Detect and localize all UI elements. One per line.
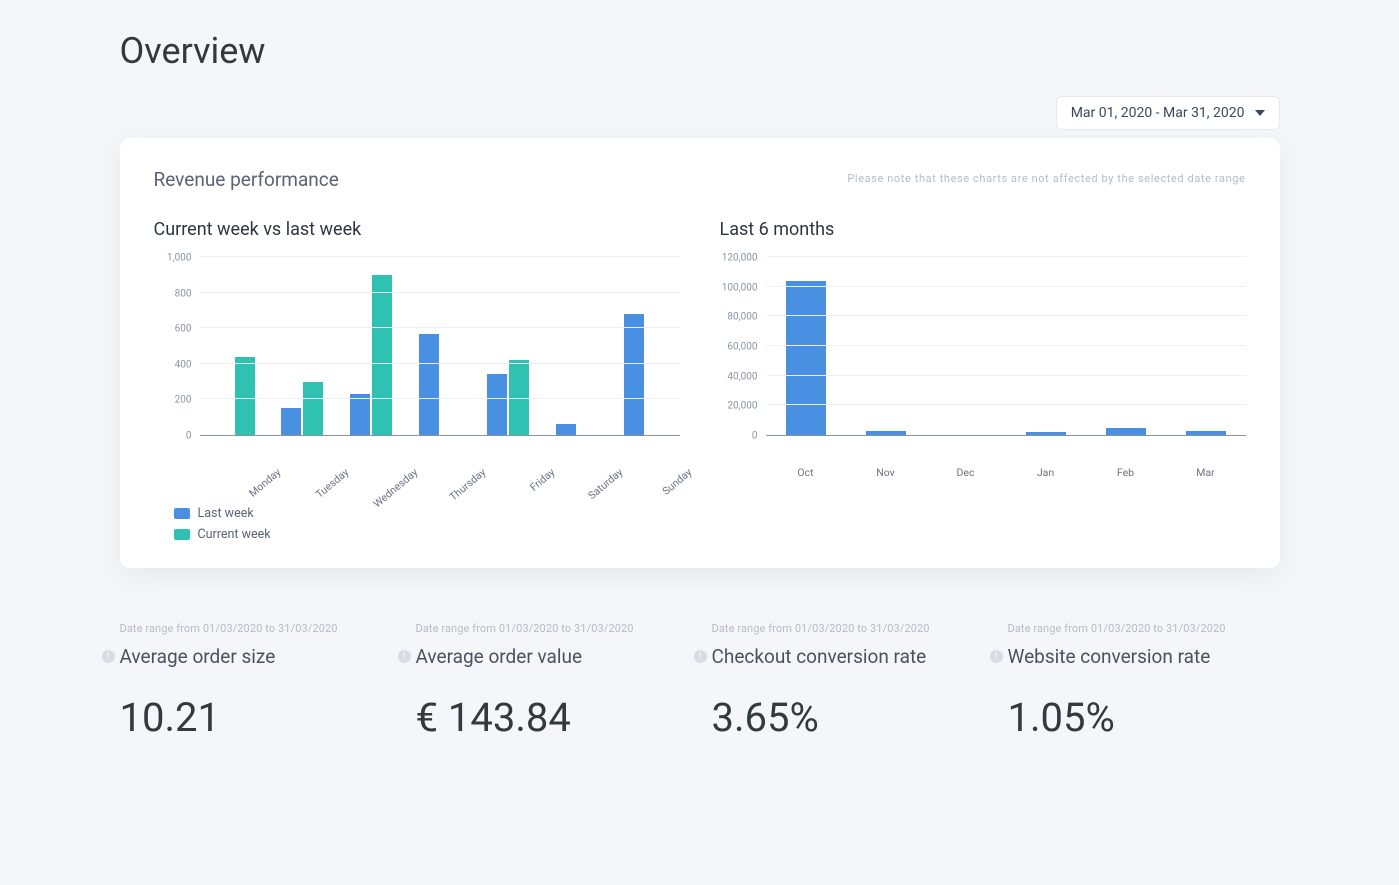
metric-card: Date range from 01/03/2020 to 31/03/2020… bbox=[120, 622, 392, 741]
metric-range: Date range from 01/03/2020 to 31/03/2020 bbox=[1008, 622, 1280, 635]
revenue-performance-card: Revenue performance Please note that the… bbox=[120, 138, 1280, 568]
metric-label: Average order value bbox=[416, 645, 583, 668]
chart-bar[interactable] bbox=[866, 431, 906, 435]
chart-bar[interactable] bbox=[487, 374, 507, 435]
x-label: Dec bbox=[926, 458, 1006, 498]
metric-card: Date range from 01/03/2020 to 31/03/2020… bbox=[416, 622, 688, 741]
metric-value: € 143.84 bbox=[416, 694, 688, 741]
card-title: Revenue performance bbox=[154, 168, 339, 191]
x-label: Mar bbox=[1166, 458, 1246, 498]
chart-category bbox=[1006, 258, 1086, 435]
legend-swatch-icon bbox=[174, 508, 190, 519]
metric-card: Date range from 01/03/2020 to 31/03/2020… bbox=[1008, 622, 1280, 741]
metric-card: Date range from 01/03/2020 to 31/03/2020… bbox=[712, 622, 984, 741]
chart-category bbox=[1086, 258, 1166, 435]
info-icon[interactable] bbox=[102, 650, 115, 663]
chart-bar[interactable] bbox=[1106, 428, 1146, 435]
x-label: Oct bbox=[766, 458, 846, 498]
y-tick: 0 bbox=[186, 431, 192, 442]
x-label: Feb bbox=[1086, 458, 1166, 498]
chart-category bbox=[200, 258, 269, 435]
y-tick: 120,000 bbox=[722, 253, 758, 264]
legend-label: Current week bbox=[198, 527, 271, 542]
chart-category bbox=[337, 258, 406, 435]
chart-bar[interactable] bbox=[624, 314, 644, 435]
chart-category bbox=[846, 258, 926, 435]
chart-bar[interactable] bbox=[419, 334, 439, 435]
date-range-picker[interactable]: Mar 01, 2020 - Mar 31, 2020 bbox=[1056, 96, 1280, 130]
y-tick: 100,000 bbox=[722, 282, 758, 293]
date-range-label: Mar 01, 2020 - Mar 31, 2020 bbox=[1071, 105, 1245, 121]
chart-bar[interactable] bbox=[350, 394, 370, 435]
chart-category bbox=[474, 258, 543, 435]
chart-bar[interactable] bbox=[1186, 431, 1226, 435]
chart-bar[interactable] bbox=[235, 357, 255, 435]
chart-months-title: Last 6 months bbox=[720, 219, 1246, 240]
y-tick: 20,000 bbox=[727, 401, 757, 412]
legend-item-current-week: Current week bbox=[174, 527, 680, 542]
card-note: Please note that these charts are not af… bbox=[847, 168, 1245, 185]
metric-range: Date range from 01/03/2020 to 31/03/2020 bbox=[120, 622, 392, 635]
weekly-chart: Current week vs last week 0 200 400 600 800 1… bbox=[154, 219, 680, 542]
chart-bar[interactable] bbox=[281, 408, 301, 435]
page-title: Overview bbox=[120, 30, 1280, 72]
chart-week-title: Current week vs last week bbox=[154, 219, 680, 240]
info-icon[interactable] bbox=[990, 650, 1003, 663]
metric-range: Date range from 01/03/2020 to 31/03/2020 bbox=[416, 622, 688, 635]
y-tick: 40,000 bbox=[727, 371, 757, 382]
metric-label: Website conversion rate bbox=[1008, 645, 1211, 668]
chart-bar[interactable] bbox=[786, 281, 826, 435]
metric-value: 3.65% bbox=[712, 694, 984, 741]
legend-swatch-icon bbox=[174, 529, 190, 540]
info-icon[interactable] bbox=[694, 650, 707, 663]
chart-category bbox=[766, 258, 846, 435]
y-tick: 1,000 bbox=[167, 253, 191, 264]
metric-value: 1.05% bbox=[1008, 694, 1280, 741]
metric-label: Checkout conversion rate bbox=[712, 645, 927, 668]
chart-category bbox=[611, 258, 680, 435]
chart-bar[interactable] bbox=[556, 424, 576, 435]
y-tick: 200 bbox=[175, 395, 192, 406]
y-tick: 60,000 bbox=[727, 342, 757, 353]
x-label: Jan bbox=[1006, 458, 1086, 498]
y-tick: 0 bbox=[752, 431, 758, 442]
x-label: Nov bbox=[846, 458, 926, 498]
chart-bar[interactable] bbox=[1026, 432, 1066, 435]
chart-category bbox=[1166, 258, 1246, 435]
y-tick: 600 bbox=[175, 324, 192, 335]
info-icon[interactable] bbox=[398, 650, 411, 663]
chart-category bbox=[542, 258, 611, 435]
chart-bar[interactable] bbox=[372, 275, 392, 435]
chart-bar[interactable] bbox=[303, 382, 323, 435]
metric-value: 10.21 bbox=[120, 694, 392, 741]
chart-category bbox=[405, 258, 474, 435]
y-tick: 80,000 bbox=[727, 312, 757, 323]
chart-category bbox=[926, 258, 1006, 435]
metric-label: Average order size bbox=[120, 645, 276, 668]
metric-range: Date range from 01/03/2020 to 31/03/2020 bbox=[712, 622, 984, 635]
y-tick: 800 bbox=[175, 288, 192, 299]
months-chart: Last 6 months 0 20,000 40,000 60,000 80,000 1… bbox=[720, 219, 1246, 542]
y-tick: 400 bbox=[175, 359, 192, 370]
chart-category bbox=[268, 258, 337, 435]
chevron-down-icon bbox=[1255, 110, 1265, 116]
